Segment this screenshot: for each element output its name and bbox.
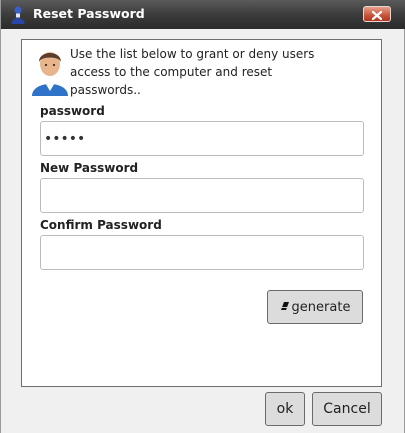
password-input[interactable] [40, 121, 364, 156]
user-icon [28, 44, 72, 96]
generate-button[interactable]: generate [267, 290, 363, 324]
ok-label: ok [276, 401, 294, 417]
intro-text: Use the list below to grant or deny user… [70, 47, 315, 97]
new-password-label: New Password [40, 161, 139, 175]
password-label: password [40, 104, 105, 118]
cancel-label: Cancel [323, 401, 371, 417]
generate-label: generate [291, 299, 351, 315]
confirm-password-input[interactable] [40, 235, 364, 270]
confirm-password-label: Confirm Password [40, 218, 162, 232]
close-button[interactable] [363, 6, 391, 22]
window-title: Reset Password [33, 6, 145, 21]
ok-button[interactable]: ok [265, 392, 305, 426]
content-panel: Use the list below to grant or deny user… [21, 39, 382, 387]
user-icon [10, 5, 26, 24]
close-icon [371, 5, 383, 24]
eraser-icon [280, 300, 292, 315]
title-bar: Reset Password [1, 0, 405, 29]
cancel-button[interactable]: Cancel [312, 392, 382, 426]
new-password-input[interactable] [40, 178, 364, 213]
reset-password-dialog: Reset Password Use the list below to gra… [0, 0, 405, 433]
